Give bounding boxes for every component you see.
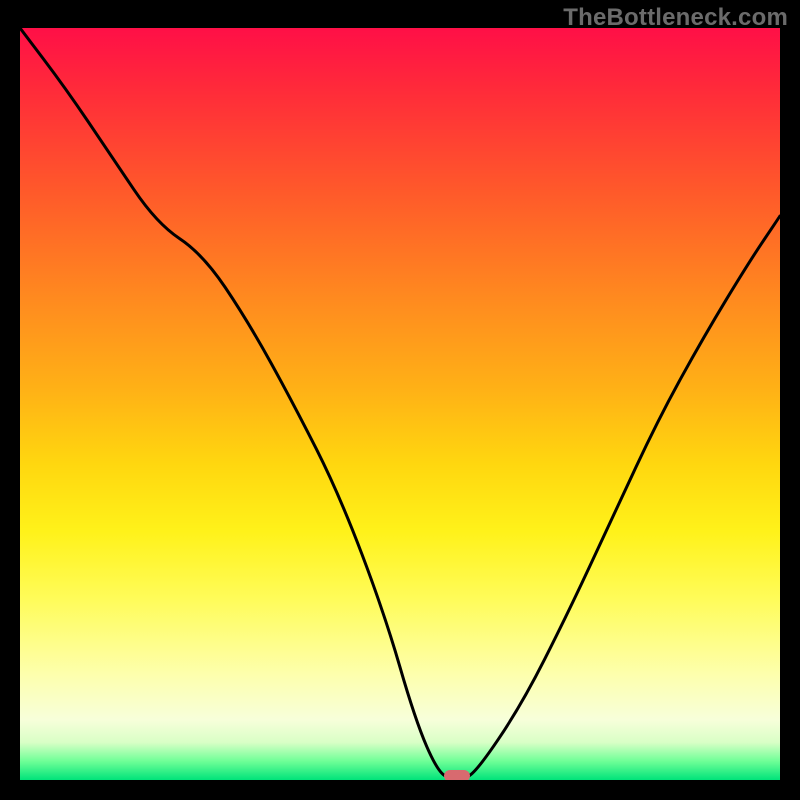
- bottleneck-curve: [20, 28, 780, 780]
- plot-inner: [20, 28, 780, 780]
- watermark-text: TheBottleneck.com: [563, 4, 788, 32]
- chart-frame: TheBottleneck.com: [0, 0, 800, 800]
- plot-area: [20, 28, 780, 780]
- min-marker: [444, 770, 470, 780]
